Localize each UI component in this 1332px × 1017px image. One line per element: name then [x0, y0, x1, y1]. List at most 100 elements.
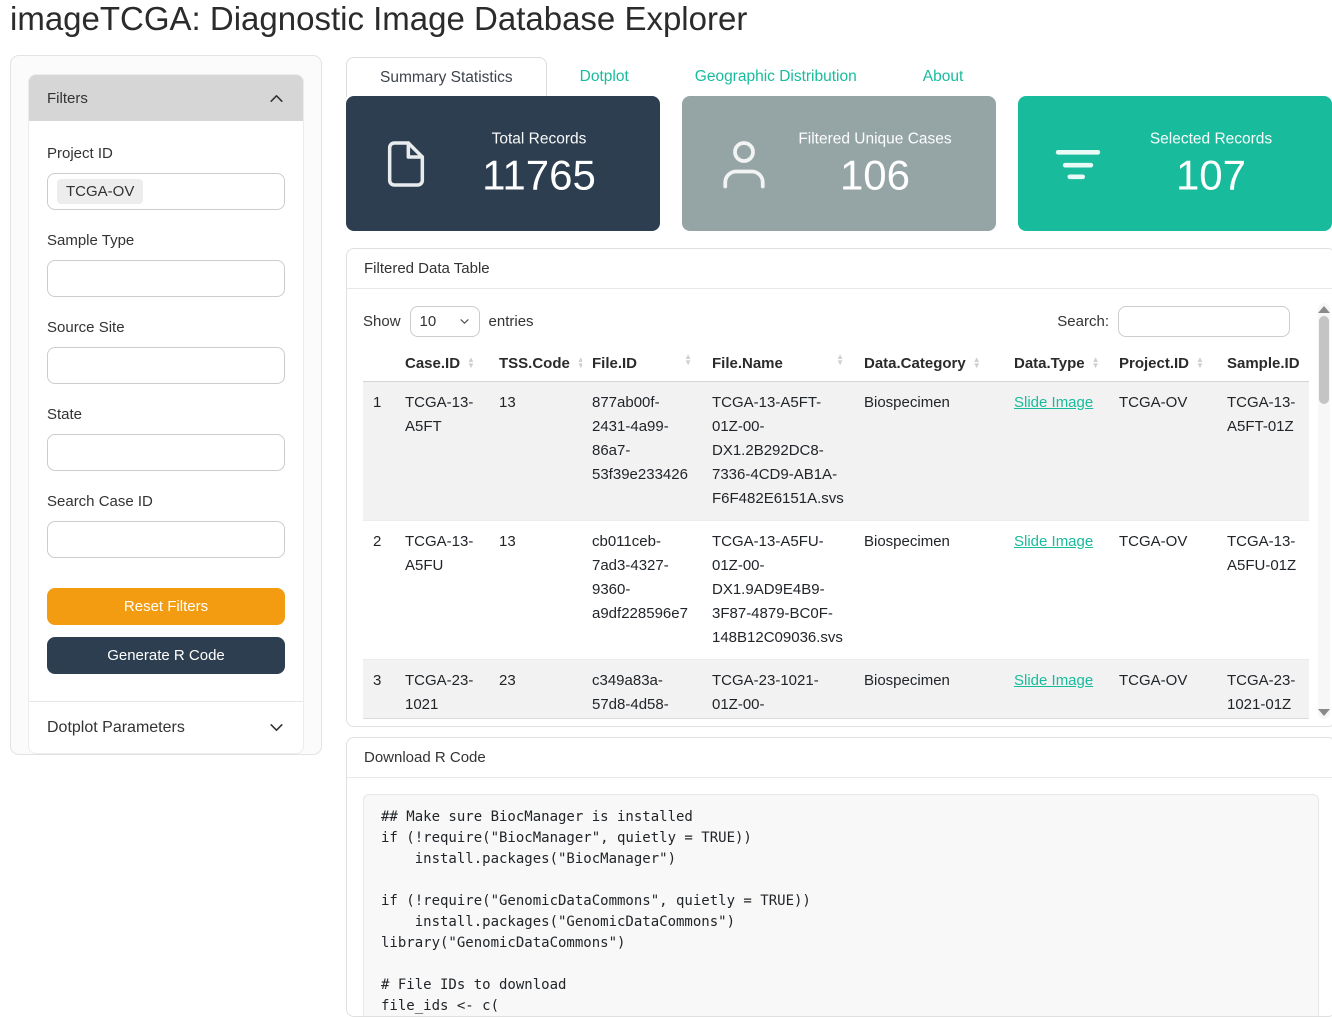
generate-r-code-button[interactable]: Generate R Code — [47, 637, 285, 674]
r-panel-header: Download R Code — [347, 738, 1332, 778]
file-icon — [378, 133, 434, 195]
tss-code-cell: 13 — [489, 382, 582, 521]
column-header-sample-id[interactable]: Sample.ID — [1217, 350, 1309, 382]
project-id-cell: TCGA-OV — [1109, 521, 1217, 660]
sort-icon[interactable]: ▲▼ — [467, 357, 475, 369]
file-id-cell: c349a83a-57d8-4d58-9f04 — [582, 660, 702, 720]
stat-cards-row: Total Records 11765 Filtered Unique Case… — [346, 96, 1332, 231]
column-header-project-id[interactable]: Project.ID▲▼ — [1109, 350, 1217, 382]
table-search-input[interactable] — [1118, 306, 1290, 337]
table-panel-header: Filtered Data Table — [347, 249, 1332, 289]
dotplot-parameters-label: Dotplot Parameters — [47, 719, 185, 737]
column-header-file-id[interactable]: File.ID▲▼ — [582, 350, 702, 382]
scrollbar-down-arrow[interactable] — [1318, 709, 1330, 716]
chevron-down-icon — [459, 316, 470, 327]
project-id-cell: TCGA-OV — [1109, 382, 1217, 521]
search-label: Search: — [1057, 313, 1109, 330]
page-length-value: 10 — [420, 313, 437, 330]
r-panel-body: ## Make sure BiocManager is installed if… — [347, 778, 1332, 1017]
filters-header-label: Filters — [47, 90, 88, 107]
chevron-up-icon — [268, 90, 285, 107]
table-row[interactable]: 3 TCGA-23-1021 23 c349a83a-57d8-4d58-9f0… — [363, 660, 1309, 720]
r-code-block: ## Make sure BiocManager is installed if… — [363, 794, 1319, 1017]
scrollbar-thumb[interactable] — [1319, 316, 1329, 404]
chevron-down-icon — [268, 719, 285, 736]
filter-lines-icon — [1050, 134, 1106, 194]
tab-geographic-distribution[interactable]: Geographic Distribution — [662, 57, 890, 97]
stat-card-label: Selected Records — [1102, 130, 1320, 148]
filters-accordion-header[interactable]: Filters — [29, 75, 303, 121]
sample-type-input[interactable] — [47, 260, 285, 297]
sort-icon[interactable]: ▲▼ — [684, 354, 692, 366]
case-id-cell: TCGA-23-1021 — [395, 660, 489, 720]
filters-accordion: Filters Project ID TCGA-OV Sample Type S… — [29, 75, 303, 753]
search-case-id-label: Search Case ID — [47, 493, 285, 510]
reset-filters-button[interactable]: Reset Filters — [47, 588, 285, 625]
table-panel-body: Show 10 entries Search: — [347, 289, 1332, 727]
slide-image-link[interactable]: Slide Image — [1014, 672, 1093, 689]
slide-image-link[interactable]: Slide Image — [1014, 533, 1093, 550]
source-site-input[interactable] — [47, 347, 285, 384]
sample-id-cell: TCGA-13-A5FT-01Z — [1217, 382, 1309, 521]
sort-icon[interactable]: ▲▼ — [836, 354, 844, 366]
row-index-cell: 1 — [363, 382, 395, 521]
file-name-cell: TCGA-23-1021-01Z-00-DX1.E9E33045 — [702, 660, 854, 720]
filters-body: Project ID TCGA-OV Sample Type Source Si… — [29, 121, 303, 682]
case-id-cell: TCGA-13-A5FU — [395, 521, 489, 660]
tab-about[interactable]: About — [890, 57, 997, 97]
sort-icon[interactable]: ▲▼ — [1196, 357, 1204, 369]
filters-sidebar: Filters Project ID TCGA-OV Sample Type S… — [10, 55, 322, 755]
column-header-case-id[interactable]: Case.ID▲▼ — [395, 350, 489, 382]
stat-card-value: 11765 — [430, 153, 648, 197]
row-index-cell: 3 — [363, 660, 395, 720]
datatable-toolbar: Show 10 entries Search: — [363, 303, 1309, 339]
sort-icon[interactable]: ▲▼ — [973, 357, 981, 369]
tab-summary-statistics[interactable]: Summary Statistics — [346, 57, 547, 97]
r-panel-title: Download R Code — [364, 749, 486, 766]
stat-card-value: 106 — [766, 153, 984, 197]
state-input[interactable] — [47, 434, 285, 471]
data-type-cell: Slide Image — [1004, 382, 1109, 521]
dotplot-parameters-header[interactable]: Dotplot Parameters — [29, 701, 303, 753]
project-id-input[interactable]: TCGA-OV — [47, 173, 285, 210]
entries-label: entries — [489, 313, 534, 330]
sort-icon[interactable]: ▲▼ — [577, 357, 582, 369]
sample-id-cell: TCGA-23-1021-01Z — [1217, 660, 1309, 720]
column-header-data-type[interactable]: Data.Type▲▼ — [1004, 350, 1109, 382]
table-row[interactable]: 2 TCGA-13-A5FU 13 cb011ceb-7ad3-4327-936… — [363, 521, 1309, 660]
scrollbar-up-arrow[interactable] — [1318, 306, 1330, 313]
project-id-cell: TCGA-OV — [1109, 660, 1217, 720]
sort-icon[interactable]: ▲▼ — [1092, 357, 1100, 369]
table-scroll-area: Show 10 entries Search: — [363, 303, 1309, 719]
slide-image-link[interactable]: Slide Image — [1014, 394, 1093, 411]
selected-records-card: Selected Records 107 — [1018, 96, 1332, 231]
table-row[interactable]: 1 TCGA-13-A5FT 13 877ab00f-2431-4a99-86a… — [363, 382, 1309, 521]
project-id-tag[interactable]: TCGA-OV — [57, 179, 143, 204]
project-id-label: Project ID — [47, 145, 285, 162]
stat-card-label: Total Records — [430, 130, 648, 148]
data-category-cell: Biospecimen — [854, 382, 1004, 521]
column-header-data-category[interactable]: Data.Category▲▼ — [854, 350, 1004, 382]
data-category-cell: Biospecimen — [854, 521, 1004, 660]
table-header-row: Case.ID▲▼ TSS.Code▲▼ File.ID▲▼ File.Name… — [363, 350, 1309, 382]
sample-type-label: Sample Type — [47, 232, 285, 249]
page-length-select[interactable]: 10 — [410, 306, 480, 337]
tss-code-cell: 23 — [489, 660, 582, 720]
data-category-cell: Biospecimen — [854, 660, 1004, 720]
filtered-unique-cases-card: Filtered Unique Cases 106 — [682, 96, 996, 231]
data-type-cell: Slide Image — [1004, 660, 1109, 720]
file-name-cell: TCGA-13-A5FU-01Z-00-DX1.9AD9E4B9-3F87-48… — [702, 521, 854, 660]
search-case-id-input[interactable] — [47, 521, 285, 558]
stat-card-value: 107 — [1102, 153, 1320, 197]
sample-id-cell: TCGA-13-A5FU-01Z — [1217, 521, 1309, 660]
tab-dotplot[interactable]: Dotplot — [547, 57, 662, 97]
file-id-cell: cb011ceb-7ad3-4327-9360-a9df228596e7 — [582, 521, 702, 660]
column-header-file-name[interactable]: File.Name▲▼ — [702, 350, 854, 382]
row-index-cell: 2 — [363, 521, 395, 660]
filtered-data-table-panel: Filtered Data Table Show 10 entries Sear… — [346, 248, 1332, 727]
stat-card-label: Filtered Unique Cases — [766, 130, 984, 148]
table-vertical-scrollbar[interactable] — [1318, 303, 1330, 719]
state-label: State — [47, 406, 285, 423]
person-icon — [714, 133, 774, 195]
column-header-tss-code[interactable]: TSS.Code▲▼ — [489, 350, 582, 382]
